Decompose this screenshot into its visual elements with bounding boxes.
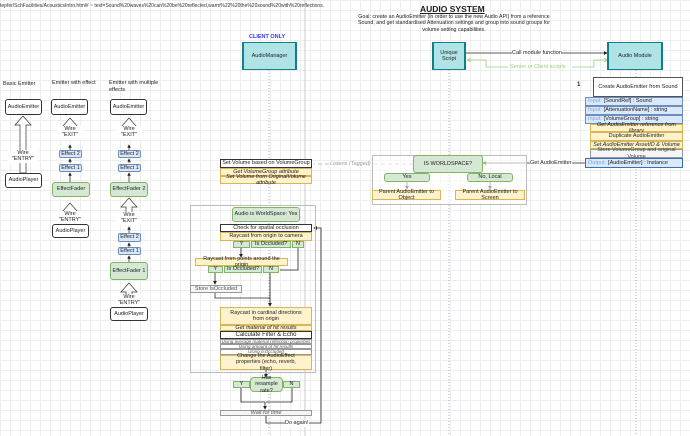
input-label: Input: xyxy=(588,107,602,114)
audio-player-node[interactable]: AudioPlayer xyxy=(5,173,42,188)
worldspace-yes-start[interactable]: Audio is WorldSpace: Yes xyxy=(232,207,300,222)
input-text: [AttenuationName] : string xyxy=(603,107,668,114)
effect-fader-node[interactable]: EffectFader 1 xyxy=(110,262,148,280)
module-step: Get AudioEmitter reference from library xyxy=(590,122,683,134)
wire-label: Wire "ENTRY" xyxy=(116,294,142,307)
audio-emitter-node[interactable]: AudioEmitter xyxy=(5,99,42,115)
input-text: [SoundRef] : Sound xyxy=(603,98,652,105)
decision-no[interactable]: N xyxy=(263,266,279,273)
module-step: Duplicate AudioEmitter xyxy=(590,132,683,141)
effect-node[interactable]: Effect 1 xyxy=(118,164,141,172)
resample-decision[interactable]: Has resample rate? xyxy=(250,375,283,394)
store-isoccluded: Store IsOccluded xyxy=(190,285,242,293)
page-title: AUDIO SYSTEM xyxy=(420,4,485,14)
change-audioeffect: Change the AudioEffect properties (echo,… xyxy=(220,353,312,372)
output-text: [AudioEmitter] : Instance xyxy=(608,159,668,166)
unique-script-node[interactable]: Unique Script xyxy=(432,42,466,70)
module-output-row: Output: [AudioEmitter] : Instance xyxy=(585,158,683,168)
server-client-label: Server or Client scripts xyxy=(510,64,566,70)
module-input-row: Input: [SoundRef] : Sound xyxy=(585,97,683,106)
wire-label: Wire "ENTRY" xyxy=(57,211,83,224)
is-occluded-decision[interactable]: Is Occluded? xyxy=(224,266,262,273)
set-volume-header[interactable]: Set Volume based on VolumeGroup xyxy=(220,159,312,168)
module-header: Create AudioEmitter from Sound xyxy=(593,77,683,97)
effect-node[interactable]: Effect 2 xyxy=(59,150,82,158)
calculate-filter-echo[interactable]: Calculate Filter & Echo xyxy=(220,331,312,339)
worldspace-yes[interactable]: Yes xyxy=(384,173,430,182)
decision-no[interactable]: N xyxy=(292,241,304,248)
basic-emitter-title: Basic Emitter xyxy=(3,81,36,87)
client-only-label: CLIENT ONLY xyxy=(249,34,286,40)
raycast-cardinal: Raycast in cardinal directions from orig… xyxy=(220,307,312,325)
url-text: tepfer/SchFacilities/AcousticsIntro.html… xyxy=(0,3,325,9)
raycast-camera: Raycast from origin to camera xyxy=(220,232,312,241)
call-module-label: Call module function xyxy=(512,50,562,57)
wire-label: Wire "EXIT" xyxy=(57,126,83,139)
step-number: 1 xyxy=(577,82,581,88)
output-label: Output: xyxy=(588,159,607,166)
parent-to-object[interactable]: Parent AudioEmitter to Object xyxy=(372,189,441,201)
get-emitter-label: Get AudioEmitter xyxy=(530,160,572,167)
listens-label: Listens (Tagged) xyxy=(330,161,371,168)
audio-player-node[interactable]: AudioPlayer xyxy=(110,307,148,321)
audio-module-node[interactable]: Audio Module xyxy=(607,42,663,70)
check-occlusion[interactable]: Check for spatial occlusion xyxy=(220,224,312,232)
effect-node[interactable]: Effect 2 xyxy=(118,150,141,158)
effect-node[interactable]: Effect 1 xyxy=(59,164,82,172)
raycast-points: Raycast from points around the origin xyxy=(195,256,288,268)
effect-node[interactable]: Effect 2 xyxy=(118,233,141,242)
worldspace-no[interactable]: No, Local xyxy=(467,173,513,182)
audio-player-node[interactable]: AudioPlayer xyxy=(52,224,89,238)
audio-emitter-node[interactable]: AudioEmitter xyxy=(51,99,88,115)
connectors xyxy=(14,0,637,436)
do-again-label: Do again! xyxy=(285,420,309,427)
wire-label: Wire "EXIT" xyxy=(116,126,142,139)
effect-emitter-title: Emitter with effect xyxy=(52,80,96,86)
audio-manager-node[interactable]: AudioManager xyxy=(242,42,297,70)
input-label: Input: xyxy=(588,98,602,105)
decision-yes[interactable]: Y xyxy=(208,266,223,273)
decision-no[interactable]: N xyxy=(283,381,300,388)
multiple-emitter-title: Emitter with multiple effects xyxy=(109,80,159,93)
decision-yes[interactable]: Y xyxy=(233,381,250,388)
effect-fader-node[interactable]: EffectFader xyxy=(52,182,90,197)
effect-fader-node[interactable]: EffectFader 2 xyxy=(110,182,148,197)
wire-label: Wire "EXIT" xyxy=(116,212,142,225)
is-worldspace-decision[interactable]: IS WORLDSPACE? xyxy=(413,155,483,173)
wait-for-time: Wait for time xyxy=(220,410,312,416)
parent-to-screen[interactable]: Parent AudioEmitter to Screen xyxy=(455,189,525,201)
goal-text: Goal: create an AudioEmitter (in order t… xyxy=(358,14,551,33)
is-occluded-decision[interactable]: Is Occluded? xyxy=(251,241,291,248)
module-store: Store VolumeGroup and original Volume xyxy=(590,147,683,160)
effect-node[interactable]: Effect 1 xyxy=(118,247,141,255)
module-input-row: Input: [AttenuationName] : string xyxy=(585,106,683,115)
volume-step: Set Volume from OriginalVolume attribute xyxy=(220,174,312,186)
decision-yes[interactable]: Y xyxy=(233,241,250,248)
wire-label: Wire "ENTRY" xyxy=(8,150,38,163)
audio-emitter-node[interactable]: AudioEmitter xyxy=(110,99,147,115)
